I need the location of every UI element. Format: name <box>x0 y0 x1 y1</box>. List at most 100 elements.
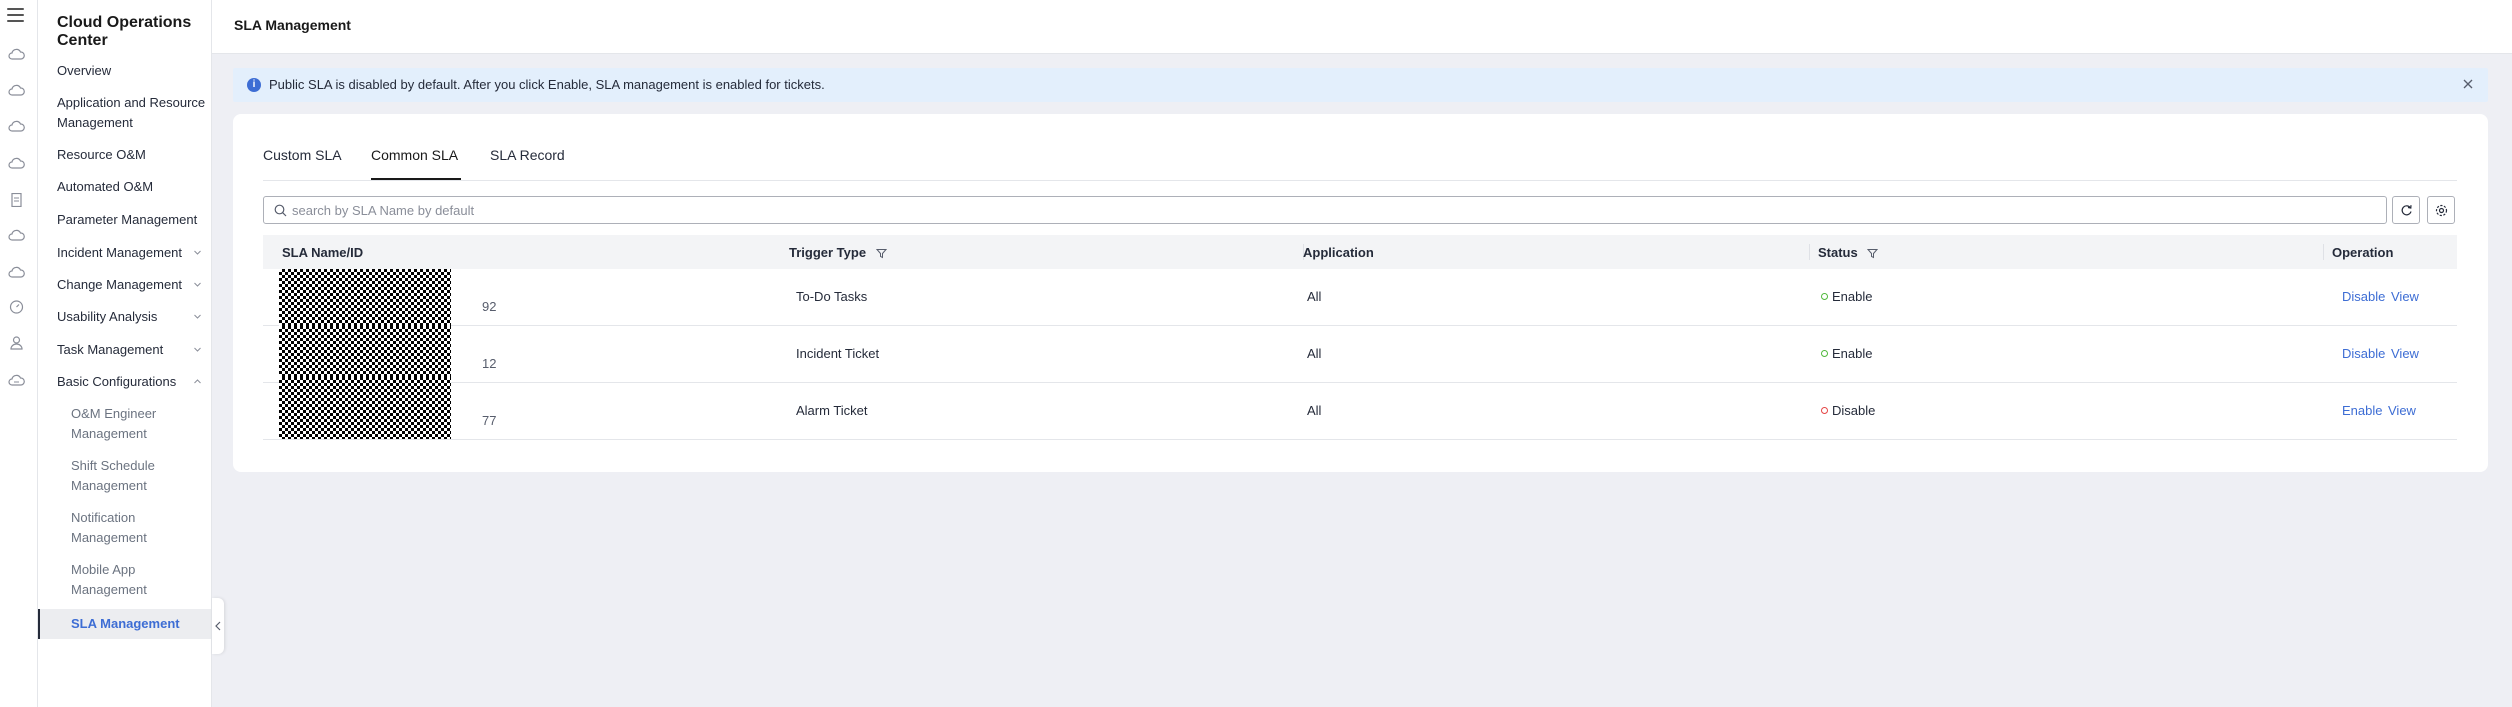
trigger-type-cell: Incident Ticket <box>796 346 880 361</box>
column-header-label: Status <box>1818 245 1858 260</box>
column-header-application: Application <box>1303 245 1374 260</box>
sidebar-collapse-button[interactable] <box>212 598 224 654</box>
status-dot-icon <box>1821 293 1828 301</box>
document-icon[interactable] <box>8 192 25 208</box>
cloud-icon[interactable] <box>8 374 25 388</box>
sidebar-item-application-resource[interactable]: Application and Resource Management <box>57 93 207 133</box>
sidebar-item-shift-schedule[interactable]: Shift Schedule Management <box>71 456 201 496</box>
chevron-up-icon <box>194 379 201 384</box>
disable-link[interactable]: Disable <box>2342 346 2385 361</box>
page-title: SLA Management <box>234 17 351 33</box>
sidebar-item-mobile-app[interactable]: Mobile App Management <box>71 560 201 600</box>
application-cell: All <box>1307 289 1322 304</box>
sla-id-suffix: 92 <box>482 299 497 314</box>
search-input[interactable] <box>292 201 2372 219</box>
sidebar-item-sla-management[interactable]: SLA Management <box>71 614 180 634</box>
chevron-down-icon <box>194 314 201 319</box>
tab-divider <box>263 180 2457 181</box>
tab-common-sla[interactable]: Common SLA <box>371 145 458 165</box>
table-row: 92 To-Do Tasks All Enable Disable View <box>263 269 2457 331</box>
filter-icon[interactable] <box>1867 248 1879 259</box>
sla-card: Custom SLA Common SLA SLA Record SLA Nam… <box>233 114 2488 472</box>
column-header-sla-name: SLA Name/ID <box>282 245 364 260</box>
sidebar-item-resource-om[interactable]: Resource O&M <box>57 145 207 165</box>
refresh-button[interactable] <box>2392 196 2420 224</box>
sidebar-item-overview[interactable]: Overview <box>57 61 207 81</box>
column-divider <box>2323 244 2324 260</box>
top-header: SLA Management <box>212 0 2512 54</box>
sidebar-item-label: Usability Analysis <box>57 309 158 324</box>
sidebar: Cloud Operations Center Overview Applica… <box>38 0 212 707</box>
settings-button[interactable] <box>2427 196 2455 224</box>
cloud-icon[interactable] <box>8 48 25 62</box>
banner-message: Public SLA is disabled by default. After… <box>269 77 825 92</box>
cloud-icon[interactable] <box>8 120 25 134</box>
status-label: Disable <box>1832 403 1876 418</box>
sidebar-item-task-management[interactable]: Task Management <box>57 340 207 360</box>
search-icon <box>274 204 287 217</box>
refresh-icon <box>2401 205 2412 216</box>
trigger-type-cell: Alarm Ticket <box>796 403 868 418</box>
search-box[interactable] <box>263 196 2387 224</box>
cloud-icon[interactable] <box>8 266 25 280</box>
sidebar-item-usability-analysis[interactable]: Usability Analysis <box>57 307 207 327</box>
close-icon[interactable] <box>2460 76 2476 92</box>
chevron-down-icon <box>194 282 201 287</box>
gauge-icon[interactable] <box>8 300 25 314</box>
status-label: Enable <box>1832 289 1873 304</box>
status-cell: Enable <box>1821 346 1872 361</box>
cloud-icon[interactable] <box>8 229 25 243</box>
sidebar-item-automated-om[interactable]: Automated O&M <box>57 177 207 197</box>
info-banner: i Public SLA is disabled by default. Aft… <box>233 68 2488 102</box>
status-label: Enable <box>1832 346 1873 361</box>
sla-id-suffix: 77 <box>482 413 497 428</box>
menu-icon[interactable] <box>7 8 24 22</box>
column-divider <box>1809 244 1810 260</box>
tab-custom-sla[interactable]: Custom SLA <box>263 145 342 165</box>
column-header-trigger-type[interactable]: Trigger Type <box>789 245 887 260</box>
sidebar-item-notification[interactable]: Notification Management <box>71 508 201 548</box>
sla-id-suffix: 12 <box>482 356 497 371</box>
filter-icon[interactable] <box>875 248 887 259</box>
app-title: Cloud Operations Center <box>57 14 192 49</box>
status-cell: Enable <box>1821 289 1872 304</box>
view-link[interactable]: View <box>2391 346 2419 361</box>
column-header-operation: Operation <box>2332 245 2394 260</box>
table-row: 12 Incident Ticket All Enable Disable Vi… <box>263 326 2457 388</box>
sidebar-item-label: Basic Configurations <box>57 374 177 389</box>
table-row: 77 Alarm Ticket All Disable Enable View <box>263 377 2457 440</box>
status-cell: Disable <box>1821 403 1875 418</box>
sidebar-item-incident-management[interactable]: Incident Management <box>57 243 207 263</box>
sidebar-item-om-engineer[interactable]: O&M Engineer Management <box>71 404 201 444</box>
disable-link[interactable]: Disable <box>2342 289 2385 304</box>
status-dot-icon <box>1821 407 1828 415</box>
sidebar-item-label: Change Management <box>57 277 183 292</box>
chevron-left-icon <box>215 621 221 631</box>
sidebar-item-parameter-management[interactable]: Parameter Management <box>57 210 207 230</box>
sidebar-item-change-management[interactable]: Change Management <box>57 275 207 295</box>
tab-sla-record[interactable]: SLA Record <box>490 145 565 165</box>
gear-icon <box>2435 204 2448 217</box>
sidebar-item-label: Task Management <box>57 342 164 357</box>
trigger-type-cell: To-Do Tasks <box>796 289 868 304</box>
view-link[interactable]: View <box>2388 403 2416 418</box>
sidebar-item-basic-configurations[interactable]: Basic Configurations <box>57 372 207 392</box>
chevron-down-icon <box>194 250 201 255</box>
status-dot-icon <box>1821 350 1828 358</box>
info-icon: i <box>247 78 261 92</box>
redacted-sla-name <box>279 269 451 331</box>
application-cell: All <box>1307 346 1322 361</box>
column-header-label: Trigger Type <box>789 245 867 260</box>
cloud-icon[interactable] <box>8 84 25 98</box>
cloud-icon[interactable] <box>8 157 25 171</box>
view-link[interactable]: View <box>2391 289 2419 304</box>
table-header: SLA Name/ID Trigger Type Application Sta… <box>263 235 2457 269</box>
sidebar-item-label: Incident Management <box>57 245 183 260</box>
enable-link[interactable]: Enable <box>2342 403 2382 418</box>
icon-rail <box>0 0 38 707</box>
chevron-down-icon <box>194 347 201 352</box>
user-icon[interactable] <box>8 336 25 350</box>
column-header-status[interactable]: Status <box>1818 245 1879 260</box>
redacted-sla-name <box>279 377 451 439</box>
application-cell: All <box>1307 403 1322 418</box>
